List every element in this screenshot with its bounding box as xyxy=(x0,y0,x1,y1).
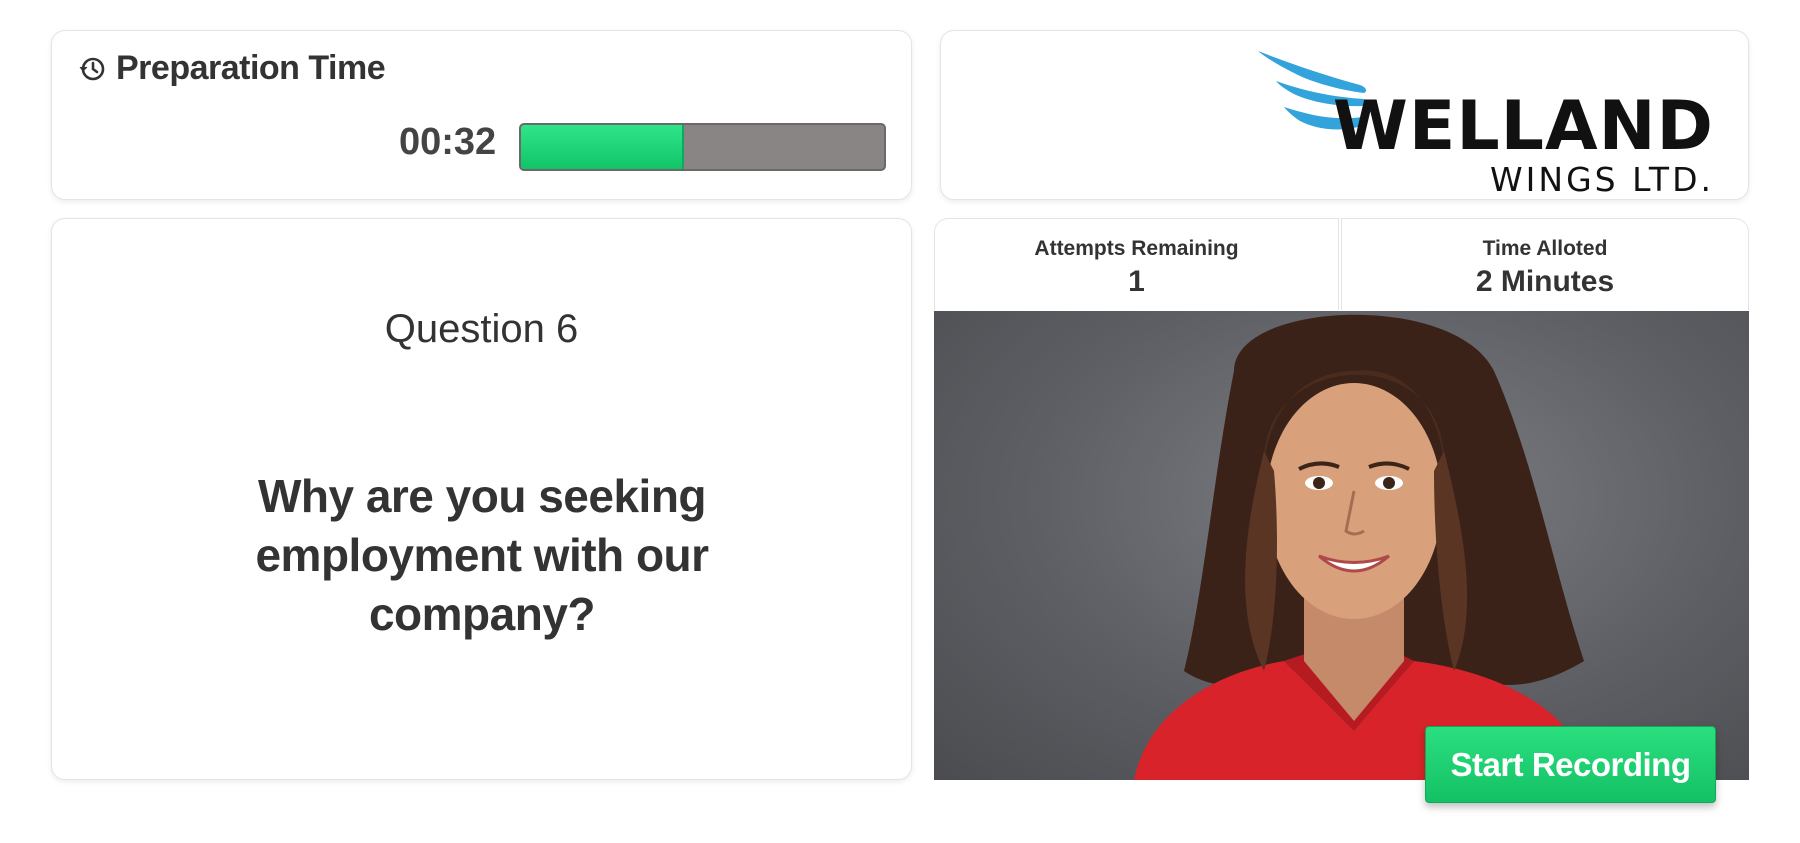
time-allotted-value: 2 Minutes xyxy=(1475,265,1615,298)
question-text: Why are you seeking employment with our … xyxy=(255,470,709,640)
countdown-timer: 00:32 xyxy=(399,121,497,163)
preparation-progress-fill xyxy=(521,125,685,169)
start-recording-button[interactable]: Start Recording xyxy=(1425,726,1716,803)
question-number: Question 6 xyxy=(384,307,579,351)
attempts-remaining-value: 1 xyxy=(1128,265,1145,298)
company-name: WELLAND xyxy=(1332,87,1714,166)
preparation-title: Preparation Time xyxy=(116,49,386,87)
video-preview xyxy=(934,311,1749,780)
time-allotted-stat: Time Alloted 2 Minutes xyxy=(1341,218,1749,310)
company-logo-panel: WELLAND WINGS LTD. xyxy=(940,30,1749,200)
company-logo: WELLAND WINGS LTD. xyxy=(1254,51,1714,196)
candidate-photo xyxy=(1134,314,1594,780)
clock-history-icon xyxy=(78,55,106,83)
preparation-time-panel: Preparation Time 00:32 xyxy=(51,30,912,200)
preparation-header: Preparation Time xyxy=(78,49,386,88)
attempts-remaining-stat: Attempts Remaining 1 xyxy=(934,218,1339,310)
time-allotted-label: Time Alloted xyxy=(1482,237,1608,260)
preparation-progress-bar xyxy=(519,123,886,171)
attempts-remaining-label: Attempts Remaining xyxy=(1034,237,1239,260)
question-panel: Question 6 Why are you seeking employmen… xyxy=(51,218,912,780)
company-subtitle: WINGS LTD. xyxy=(1490,160,1714,199)
